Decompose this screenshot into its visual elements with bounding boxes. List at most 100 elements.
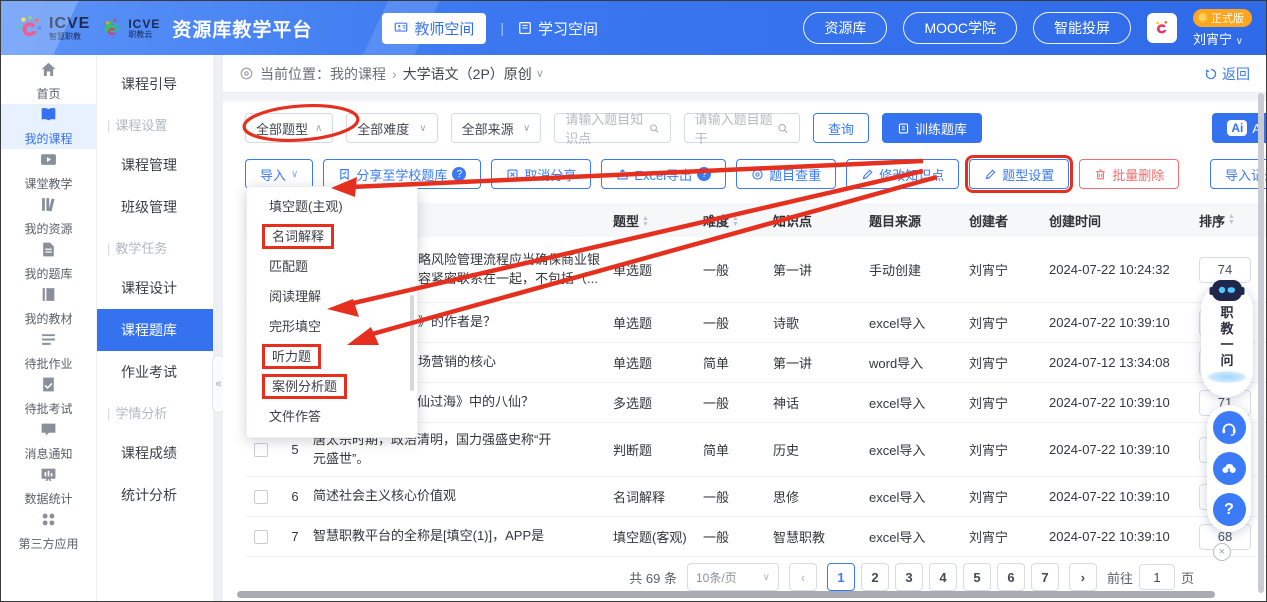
- rail-item[interactable]: 课堂教学: [1, 149, 96, 194]
- sidebar-item[interactable]: 统计分析: [97, 474, 213, 516]
- goto-page-input[interactable]: 1: [1139, 564, 1175, 590]
- sidebar-gap: «: [213, 55, 223, 602]
- column-header[interactable]: 难度▲▼: [703, 211, 773, 230]
- rail-item[interactable]: 待批考试: [1, 374, 96, 419]
- vertical-scrollbar[interactable]: [1258, 93, 1264, 593]
- clipboard-icon: [897, 122, 910, 135]
- sidebar-item[interactable]: 课程管理: [97, 144, 213, 186]
- rail-item[interactable]: 待批作业: [1, 329, 96, 374]
- filter-question-type-select[interactable]: 全部题型∧: [245, 113, 333, 143]
- row-checkbox[interactable]: [254, 490, 268, 504]
- nav-student-space[interactable]: 学习空间: [518, 18, 598, 39]
- rail-item[interactable]: 我的课程: [1, 104, 96, 149]
- share-to-school-button[interactable]: 分享至学校题库?: [323, 159, 481, 189]
- query-button[interactable]: 查询: [813, 113, 869, 143]
- nav-teacher-space[interactable]: 教师空间: [382, 13, 486, 44]
- table-row: 6简述社会主义核心价值观名词解释一般思修excel导入刘宵宁2024-07-22…: [245, 477, 1266, 517]
- link-smart-cast[interactable]: 智能投屏: [1033, 12, 1131, 44]
- knowledge-point: 第一讲: [773, 353, 869, 372]
- app-switcher-icon[interactable]: [1147, 13, 1177, 43]
- dropdown-item[interactable]: 完形填空: [247, 312, 417, 342]
- breadcrumb-parent[interactable]: 我的课程: [330, 64, 386, 84]
- assistant-widget[interactable]: 职教一问: [1201, 283, 1253, 397]
- filter-source-select[interactable]: 全部来源∨: [451, 113, 542, 143]
- rail-item[interactable]: 我的资源: [1, 194, 96, 239]
- apps-icon: [40, 511, 57, 533]
- dropdown-item[interactable]: 听力题: [247, 342, 417, 372]
- rail-item[interactable]: 首页: [1, 59, 96, 104]
- breadcrumb-current-course[interactable]: 大学语文（2P）原创: [403, 64, 532, 84]
- row-checkbox[interactable]: [254, 530, 268, 544]
- sidebar-item[interactable]: 课程设计: [97, 267, 213, 309]
- training-bank-button[interactable]: 训练题库: [882, 113, 982, 143]
- dropdown-item[interactable]: 文件作答: [247, 402, 417, 432]
- page-number-button[interactable]: 6: [997, 563, 1025, 591]
- link-resource-library[interactable]: 资源库: [803, 12, 887, 44]
- sidebar-item[interactable]: 课程引导: [97, 63, 213, 105]
- cancel-share-button[interactable]: 取消分享: [491, 159, 591, 189]
- import-button[interactable]: 导入∨: [245, 159, 313, 189]
- duplicate-check-button[interactable]: 题目查重: [736, 159, 836, 189]
- prev-page-button[interactable]: ‹: [789, 563, 817, 591]
- column-header[interactable]: 题型▲▼: [613, 211, 703, 230]
- row-checkbox[interactable]: [254, 443, 268, 457]
- rail-item[interactable]: 我的教材: [1, 284, 96, 329]
- column-header[interactable]: 排序▲▼: [1199, 211, 1263, 230]
- page-number-button[interactable]: 5: [963, 563, 991, 591]
- type-setting-button[interactable]: 题型设置: [969, 159, 1069, 189]
- course-switch-caret-icon[interactable]: ∨: [536, 67, 544, 80]
- question-stem-input[interactable]: 请输入题目题干: [684, 113, 800, 143]
- widget-close-button[interactable]: ×: [1213, 543, 1231, 561]
- next-page-button[interactable]: ›: [1069, 563, 1097, 591]
- question-stem[interactable]: 简述社会主义核心价值观: [313, 487, 613, 506]
- rail-item[interactable]: 我的题库: [1, 239, 96, 284]
- knowledge-point-input[interactable]: 请输入题目知识点: [554, 113, 670, 143]
- page-number-button[interactable]: 4: [929, 563, 957, 591]
- help-icon[interactable]: ?: [452, 167, 466, 181]
- dropdown-item[interactable]: 名词解释: [247, 222, 417, 252]
- sort-arrows-icon[interactable]: ▲▼: [642, 216, 649, 228]
- dropdown-item[interactable]: 填空题(主观): [247, 192, 417, 222]
- logo-icve-zhijiao[interactable]: ICVE智慧职教: [15, 13, 90, 43]
- creator: 刘宵宁: [969, 353, 1049, 372]
- question-bank-icon: [40, 241, 57, 263]
- dropdown-item[interactable]: 匹配题: [247, 252, 417, 282]
- help-icon[interactable]: ?: [697, 167, 711, 181]
- batch-delete-button[interactable]: 批量删除: [1079, 159, 1179, 189]
- total-count: 共 69 条: [629, 568, 677, 587]
- dropdown-scrollbar[interactable]: [410, 295, 414, 391]
- page-number-button[interactable]: 3: [895, 563, 923, 591]
- sort-arrows-icon[interactable]: ▲▼: [732, 216, 739, 228]
- medal-icon: [1197, 12, 1208, 23]
- page-number-button[interactable]: 1: [827, 563, 855, 591]
- page-size-select[interactable]: 10条/页∨: [687, 563, 779, 591]
- sidebar-item[interactable]: 课程题库: [97, 309, 213, 351]
- rail-item[interactable]: 数据统计: [1, 464, 96, 509]
- user-box[interactable]: 正式版 刘宵宁 ∨: [1193, 9, 1252, 48]
- logo-icve-zhijiaoyun[interactable]: ICVE职教云: [100, 16, 160, 40]
- download-button[interactable]: [1213, 452, 1246, 485]
- page-number-button[interactable]: 7: [1031, 563, 1059, 591]
- back-button[interactable]: 返回: [1204, 64, 1250, 84]
- rail-item-label: 我的教材: [24, 310, 72, 327]
- edit-knowledge-button[interactable]: 修改知识点: [846, 159, 959, 189]
- sidebar-item[interactable]: 班级管理: [97, 186, 213, 228]
- dropdown-item[interactable]: 阅读理解: [247, 282, 417, 312]
- column-header: 题目来源: [869, 211, 969, 230]
- page-number-button[interactable]: 2: [861, 563, 889, 591]
- customer-service-button[interactable]: [1213, 411, 1246, 444]
- dropdown-item[interactable]: 案例分析题: [247, 372, 417, 402]
- excel-export-button[interactable]: Excel导出?: [601, 159, 726, 189]
- rail-item[interactable]: 第三方应用: [1, 509, 96, 554]
- filter-difficulty-select[interactable]: 全部难度∨: [346, 113, 437, 143]
- sort-arrows-icon[interactable]: ▲▼: [1228, 214, 1235, 226]
- sidebar-item[interactable]: 作业考试: [97, 351, 213, 393]
- rail-item[interactable]: 消息通知: [1, 419, 96, 464]
- help-button[interactable]: ?: [1213, 493, 1246, 526]
- username: 刘宵宁 ∨: [1193, 29, 1243, 48]
- sidebar-item[interactable]: 课程成绩: [97, 432, 213, 474]
- logo2-brand: ICVE: [128, 18, 160, 30]
- link-mooc-college[interactable]: MOOC学院: [903, 12, 1017, 44]
- question-stem[interactable]: 智慧职教平台的全称是[填空(1)]，APP是: [313, 527, 613, 546]
- horizontal-scrollbar[interactable]: [237, 591, 1215, 598]
